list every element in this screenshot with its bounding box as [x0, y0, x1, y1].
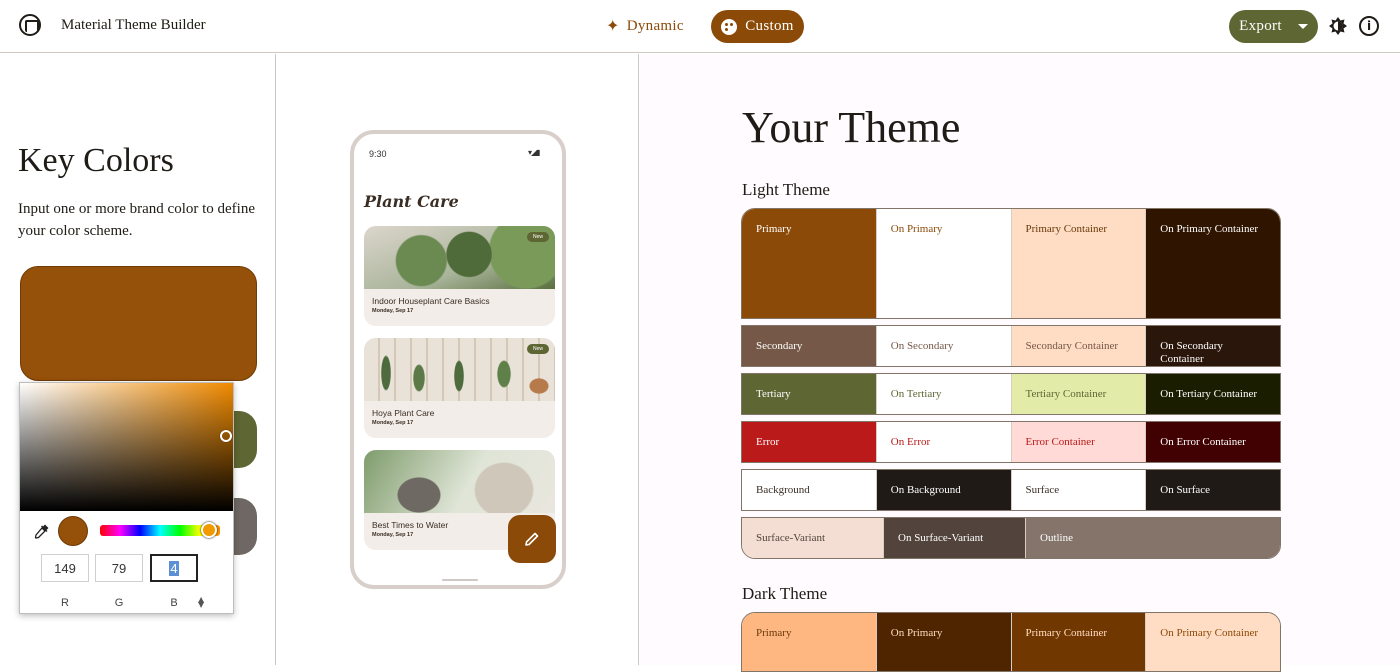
key-colors-title: Key Colors — [18, 142, 174, 179]
dark-swatch-on-primary[interactable]: On Primary — [876, 613, 1012, 671]
dynamic-mode-button[interactable]: ✦ Dynamic — [606, 16, 684, 36]
color-picker-popup: 149 79 4 R G B ▲ ▼ — [19, 382, 234, 614]
custom-mode-button[interactable]: Custom — [711, 10, 804, 43]
swatch-surface-variant[interactable]: Surface-Variant — [742, 518, 884, 558]
green-label: G — [114, 597, 124, 609]
your-theme-title: Your Theme — [742, 103, 961, 152]
dynamic-mode-label: Dynamic — [626, 17, 684, 34]
dark-swatch-primary-container[interactable]: Primary Container — [1011, 613, 1147, 671]
hue-slider-handle[interactable] — [201, 522, 217, 538]
swatch-on-primary[interactable]: On Primary — [876, 209, 1012, 318]
card-date: Monday, Sep 17 — [372, 308, 414, 314]
info-icon[interactable]: i — [1359, 16, 1379, 36]
blue-input-value: 4 — [169, 560, 179, 576]
custom-mode-label: Custom — [745, 18, 794, 34]
swatch-on-secondary[interactable]: On Secondary — [876, 326, 1012, 366]
swatch-surface[interactable]: Surface — [1011, 470, 1147, 510]
swatch-outline[interactable]: Outline — [1026, 518, 1280, 558]
swatch-on-tertiary-container[interactable]: On Tertiary Container — [1146, 374, 1280, 414]
swatch-background[interactable]: Background — [742, 470, 877, 510]
swatch-on-secondary-container[interactable]: On Secondary Container — [1146, 326, 1280, 366]
material-logo-icon[interactable] — [19, 14, 41, 36]
new-badge: New — [527, 232, 549, 242]
preview-panel: 9:30 ▾◢▮ Plant Care New Indoor Houseplan… — [277, 54, 639, 665]
swatch-error[interactable]: Error — [742, 422, 877, 462]
watering-image — [364, 450, 555, 513]
card-title: Indoor Houseplant Care Basics — [372, 296, 490, 306]
light-background-row: Background On Background Surface On Surf… — [741, 469, 1281, 511]
theme-panel: Your Theme Light Theme Primary On Primar… — [640, 54, 1400, 672]
phone-preview: 9:30 ▾◢▮ Plant Care New Indoor Houseplan… — [350, 130, 566, 589]
green-input[interactable]: 79 — [95, 554, 143, 582]
edit-fab[interactable] — [508, 515, 556, 563]
swatch-on-surface-variant[interactable]: On Surface-Variant — [884, 518, 1026, 558]
app-title: Material Theme Builder — [61, 17, 206, 33]
swatch-secondary[interactable]: Secondary — [742, 326, 877, 366]
swatch-tertiary-container[interactable]: Tertiary Container — [1011, 374, 1147, 414]
new-badge: New — [527, 344, 549, 354]
dark-swatch-primary[interactable]: Primary — [742, 613, 877, 671]
key-colors-description: Input one or more brand color to define … — [18, 201, 256, 239]
palette-icon — [721, 18, 738, 35]
status-icons: ▾◢▮ — [528, 148, 541, 157]
card-title: Hoya Plant Care — [372, 408, 435, 418]
light-theme-title: Light Theme — [742, 180, 830, 199]
red-label: R — [61, 597, 69, 609]
swatch-on-tertiary[interactable]: On Tertiary — [876, 374, 1012, 414]
swatch-tertiary[interactable]: Tertiary — [742, 374, 877, 414]
light-primary-row: Primary On Primary Primary Container On … — [741, 208, 1281, 319]
top-app-bar: Material Theme Builder ✦ Dynamic Custom … — [0, 0, 1400, 53]
export-button[interactable]: Export — [1229, 10, 1318, 43]
brightness-contrast-icon[interactable] — [1328, 16, 1348, 36]
article-card[interactable]: New Hoya Plant Care Monday, Sep 17 — [364, 338, 555, 438]
sparkle-icon: ✦ — [606, 18, 620, 35]
light-secondary-row: Secondary On Secondary Secondary Contain… — [741, 325, 1281, 367]
format-toggle-icon[interactable]: ▲ ▼ — [198, 596, 204, 609]
light-error-row: Error On Error Error Container On Error … — [741, 421, 1281, 463]
light-tertiary-row: Tertiary On Tertiary Tertiary Container … — [741, 373, 1281, 415]
blue-input[interactable]: 4 — [150, 554, 198, 582]
key-colors-panel: Key Colors Input one or more brand color… — [0, 54, 276, 665]
swatch-error-container[interactable]: Error Container — [1011, 422, 1147, 462]
dark-swatch-on-primary-container[interactable]: On Primary Container — [1146, 613, 1280, 671]
home-indicator — [442, 579, 478, 581]
swatch-secondary-container[interactable]: Secondary Container — [1011, 326, 1147, 366]
swatch-on-error[interactable]: On Error — [876, 422, 1012, 462]
light-surface-variant-row: Surface-Variant On Surface-Variant Outli… — [741, 517, 1281, 559]
swatch-on-error-container[interactable]: On Error Container — [1146, 422, 1280, 462]
preview-app-name: Plant Care — [364, 192, 459, 211]
saturation-value-area[interactable] — [20, 383, 233, 511]
swatch-on-background[interactable]: On Background — [876, 470, 1012, 510]
status-time: 9:30 — [369, 149, 387, 159]
dark-primary-row: Primary On Primary Primary Container On … — [741, 612, 1281, 672]
dropdown-arrow-icon — [1297, 24, 1308, 29]
current-color-swatch — [58, 516, 88, 546]
pencil-icon — [525, 532, 539, 546]
swatch-primary[interactable]: Primary — [742, 209, 877, 318]
saturation-handle[interactable] — [220, 430, 232, 442]
export-label: Export — [1239, 18, 1282, 34]
card-title: Best Times to Water — [372, 520, 449, 530]
card-date: Monday, Sep 17 — [372, 532, 414, 538]
dark-theme-title: Dark Theme — [742, 584, 828, 603]
swatch-primary-container[interactable]: Primary Container — [1011, 209, 1147, 318]
swatch-on-primary-container[interactable]: On Primary Container — [1146, 209, 1280, 318]
eyedropper-icon[interactable] — [34, 523, 50, 539]
red-input[interactable]: 149 — [41, 554, 89, 582]
blue-label: B — [170, 597, 178, 609]
article-card[interactable]: New Indoor Houseplant Care Basics Monday… — [364, 226, 555, 326]
primary-key-color[interactable] — [20, 266, 257, 381]
swatch-on-surface[interactable]: On Surface — [1146, 470, 1280, 510]
card-date: Monday, Sep 17 — [372, 420, 414, 426]
